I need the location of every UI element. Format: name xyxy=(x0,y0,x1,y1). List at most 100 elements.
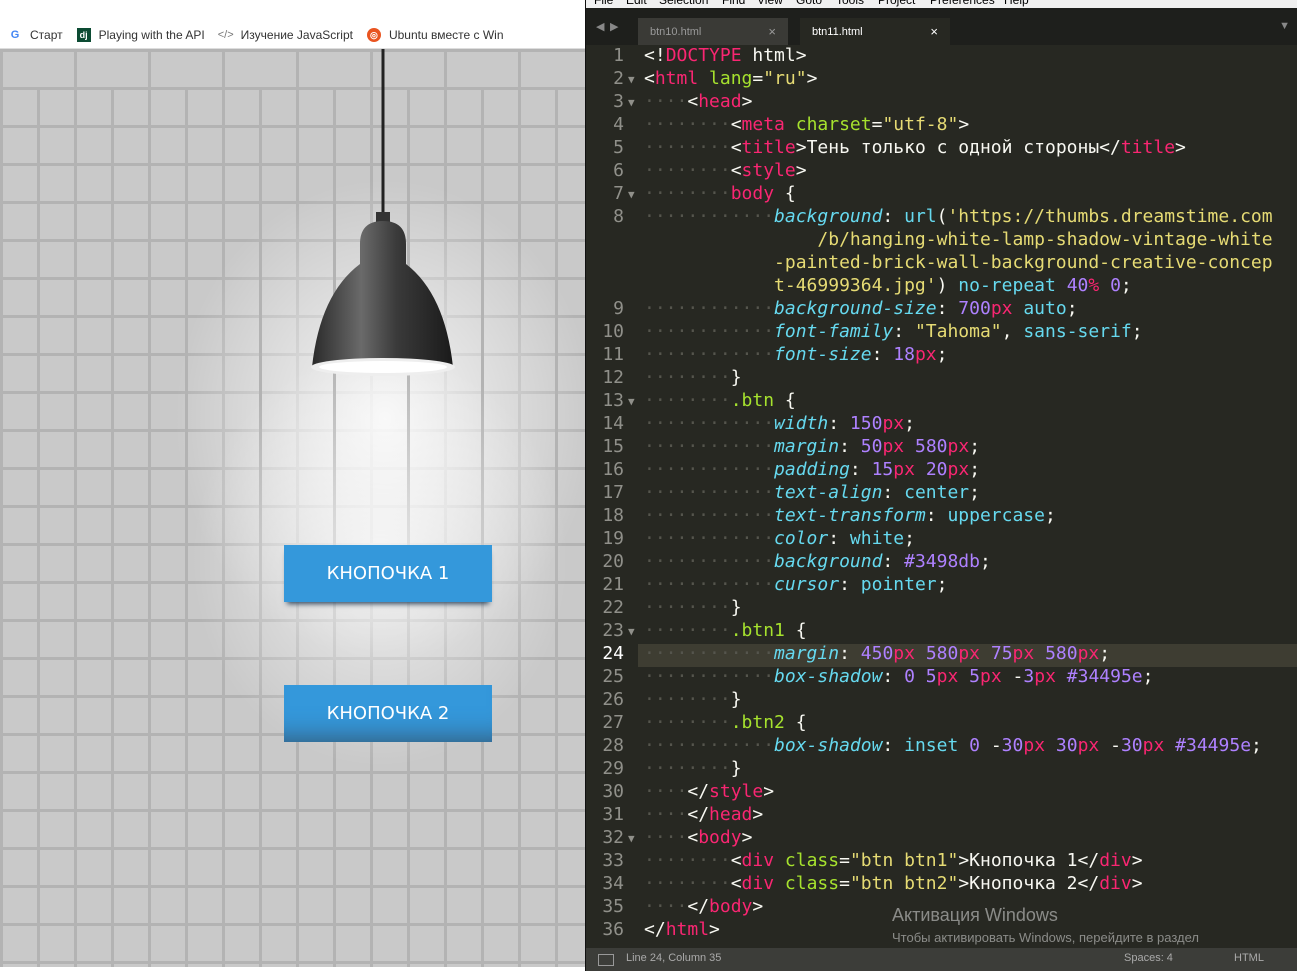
line-number: 32 xyxy=(602,827,624,848)
bookmark-label: Изучение JavaScript xyxy=(240,28,353,42)
line-number: 20 xyxy=(602,551,624,572)
code-area[interactable]: Активация Windows Чтобы активировать Win… xyxy=(586,45,1297,960)
code-line: ············background: #3498db; xyxy=(644,551,991,572)
line-number: 25 xyxy=(602,666,624,687)
brick-wall-page: Кнопочка 1 Кнопочка 2 xyxy=(0,49,585,967)
fold-arrow-icon[interactable]: ▼ xyxy=(628,96,635,109)
line-number: 29 xyxy=(602,758,624,779)
menu-find[interactable]: Find xyxy=(722,0,745,7)
line-number: 24 xyxy=(602,643,624,664)
line-number: 35 xyxy=(602,896,624,917)
fold-arrow-icon[interactable]: ▼ xyxy=(628,73,635,86)
menu-file[interactable]: File xyxy=(594,0,613,7)
code-line: /b/hanging-white-lamp-shadow-vintage-whi… xyxy=(817,229,1273,250)
code-line: ········<meta charset="utf-8"> xyxy=(644,114,970,135)
menu-help[interactable]: Help xyxy=(1004,0,1029,7)
code-line: ····</head> xyxy=(644,804,764,825)
syntax-mode[interactable]: HTML xyxy=(1234,952,1264,964)
bookmark-javascript[interactable]: </> Изучение JavaScript xyxy=(217,28,353,42)
code-line: ············font-size: 18px; xyxy=(644,344,948,365)
tab-label: btn11.html xyxy=(812,25,863,38)
line-number: 22 xyxy=(602,597,624,618)
code-line: ············width: 150px; xyxy=(644,413,915,434)
line-number: 11 xyxy=(602,344,624,365)
code-line: ········.btn1 { xyxy=(644,620,807,641)
code-line: ············cursor: pointer; xyxy=(644,574,948,595)
line-number: 2 xyxy=(613,68,624,89)
code-line: ········<div class="btn btn2">Кнопочка 2… xyxy=(644,873,1143,894)
tab-left-arrow-icon[interactable]: ◀ xyxy=(596,20,604,33)
bookmark-label: Playing with the API xyxy=(98,28,205,42)
line-number: 18 xyxy=(602,505,624,526)
editor-statusbar: Line 24, Column 35 Spaces: 4 HTML xyxy=(586,948,1297,971)
demo-button-2[interactable]: Кнопочка 2 xyxy=(284,685,492,742)
tab-right-arrow-icon[interactable]: ▶ xyxy=(610,20,618,33)
code-line: ············padding: 15px 20px; xyxy=(644,459,981,480)
fold-arrow-icon[interactable]: ▼ xyxy=(628,832,635,845)
code-line: ········<div class="btn btn1">Кнопочка 1… xyxy=(644,850,1143,871)
brick-pattern xyxy=(0,87,585,967)
line-number: 8 xyxy=(613,206,624,227)
code-line: ····<body> xyxy=(644,827,753,848)
line-number: 34 xyxy=(602,873,624,894)
tab-btn11[interactable]: btn11.html × xyxy=(800,18,950,45)
bookmark-label: Ubuntu вместе с Win xyxy=(388,28,504,42)
fold-arrow-icon[interactable]: ▼ xyxy=(628,625,635,638)
line-number: 31 xyxy=(602,804,624,825)
panel-toggle-icon[interactable] xyxy=(598,954,614,966)
bookmark-api[interactable]: dj Playing with the API xyxy=(76,28,205,42)
line-number: 19 xyxy=(602,528,624,549)
code-line: ············box-shadow: inset 0 -30px 30… xyxy=(644,735,1262,756)
code-line: ············box-shadow: 0 5px 5px -3px #… xyxy=(644,666,1154,687)
menu-tools[interactable]: Tools xyxy=(836,0,864,7)
code-line: ····</body> xyxy=(644,896,764,917)
code-line: <html lang="ru"> xyxy=(644,68,818,89)
line-number: 16 xyxy=(602,459,624,480)
close-icon[interactable]: × xyxy=(768,24,776,39)
cursor-position: Line 24, Column 35 xyxy=(626,952,722,964)
code-line: ····<head> xyxy=(644,91,753,112)
fold-arrow-icon[interactable]: ▼ xyxy=(628,395,635,408)
activation-title: Активация Windows xyxy=(892,905,1058,925)
code-line: -painted-brick-wall-background-creative-… xyxy=(774,252,1273,273)
close-icon[interactable]: × xyxy=(930,24,938,39)
code-line: ········.btn { xyxy=(644,390,796,411)
code-line: ············text-transform: uppercase; xyxy=(644,505,1056,526)
line-number: 30 xyxy=(602,781,624,802)
bookmark-start[interactable]: G Старт xyxy=(8,28,63,42)
code-line: ········body { xyxy=(644,183,796,204)
code-line: ········} xyxy=(644,367,742,388)
line-number: 28 xyxy=(602,735,624,756)
menu-project[interactable]: Project xyxy=(878,0,915,7)
menu-selection[interactable]: Selection xyxy=(659,0,708,7)
menu-view[interactable]: View xyxy=(757,0,783,7)
indentation-setting[interactable]: Spaces: 4 xyxy=(1124,952,1173,964)
code-icon: </> xyxy=(217,29,234,41)
code-line: </html> xyxy=(644,919,720,940)
menu-edit[interactable]: Edit xyxy=(626,0,647,7)
bookmark-ubuntu[interactable]: ◎ Ubuntu вместе с Win xyxy=(366,28,504,42)
dj-icon: dj xyxy=(76,28,91,42)
menu-preferences[interactable]: Preferences xyxy=(930,0,995,7)
line-number: 4 xyxy=(613,114,624,135)
code-line: <!DOCTYPE html> xyxy=(644,45,807,66)
ubuntu-icon: ◎ xyxy=(366,28,381,42)
demo-button-1[interactable]: Кнопочка 1 xyxy=(284,545,492,602)
line-number: 1 xyxy=(613,45,624,66)
tab-dropdown-icon[interactable]: ▼ xyxy=(1279,20,1290,32)
line-number: 9 xyxy=(613,298,624,319)
line-number: 33 xyxy=(602,850,624,871)
browser-window: G Старт dj Playing with the API </> Изуч… xyxy=(0,0,585,971)
bookmarks-bar: G Старт dj Playing with the API </> Изуч… xyxy=(0,22,585,49)
code-line: ············text-align: center; xyxy=(644,482,980,503)
line-number: 7 xyxy=(613,183,624,204)
line-number: 23 xyxy=(602,620,624,641)
line-number: 36 xyxy=(602,919,624,940)
bookmark-label: Старт xyxy=(30,28,63,42)
menu-goto[interactable]: Goto xyxy=(796,0,822,7)
line-number: 14 xyxy=(602,413,624,434)
fold-arrow-icon[interactable]: ▼ xyxy=(628,188,635,201)
code-line: ········} xyxy=(644,758,742,779)
code-line: ············color: white; xyxy=(644,528,915,549)
tab-btn10[interactable]: btn10.html × xyxy=(638,18,788,45)
